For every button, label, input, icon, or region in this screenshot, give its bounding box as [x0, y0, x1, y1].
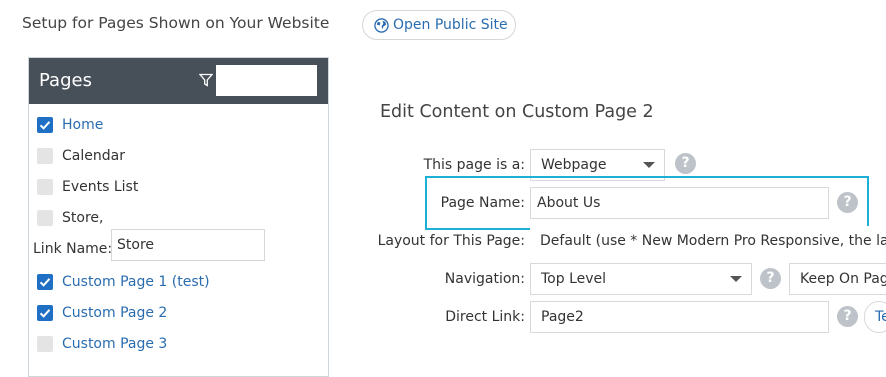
layout-select[interactable]: Default (use * New Modern Pro Responsive…: [530, 226, 886, 256]
chevron-down-icon: [730, 276, 742, 282]
sidebar-item-custom-page-1[interactable]: Custom Page 1 (test): [37, 272, 210, 292]
link-name-label: Link Name:: [33, 241, 113, 257]
checkbox-checked[interactable]: [37, 274, 53, 290]
help-icon[interactable]: ?: [837, 306, 858, 327]
test-link-label: Te: [875, 309, 886, 325]
navigation-select[interactable]: Top Level: [530, 263, 752, 295]
navigation-keep-select[interactable]: Keep On Pag: [789, 263, 886, 295]
filter-icon[interactable]: [199, 73, 213, 87]
chevron-down-icon: [643, 162, 655, 168]
direct-link-value: Page2: [541, 309, 584, 325]
test-link-button[interactable]: Te: [864, 301, 886, 333]
sidebar-item-label[interactable]: Custom Page 2: [62, 305, 167, 321]
open-public-site-button[interactable]: Open Public Site: [362, 10, 516, 40]
help-icon[interactable]: ?: [675, 153, 696, 174]
sidebar-header: Pages: [29, 58, 328, 104]
sidebar-item-calendar[interactable]: Calendar: [37, 146, 125, 166]
direct-link-label: Direct Link:: [445, 309, 525, 325]
checkbox-unchecked[interactable]: [37, 179, 53, 195]
checkbox-checked[interactable]: [37, 305, 53, 321]
layout-value: Default (use * New Modern Pro Responsive…: [540, 233, 886, 249]
sidebar-item-label: Events List: [62, 179, 139, 195]
sidebar-item-store[interactable]: Store,: [37, 208, 103, 228]
layout-label: Layout for This Page:: [377, 233, 525, 249]
page-title: Setup for Pages Shown on Your Website: [22, 14, 330, 32]
page-type-label: This page is a:: [423, 157, 525, 173]
checkbox-checked[interactable]: [37, 117, 53, 133]
checkbox-unchecked[interactable]: [37, 210, 53, 226]
checkbox-unchecked[interactable]: [37, 148, 53, 164]
link-name-input[interactable]: [111, 229, 265, 261]
navigation-label: Navigation:: [444, 271, 525, 287]
sidebar-item-label[interactable]: Custom Page 1 (test): [62, 274, 210, 290]
sidebar-item-label[interactable]: Custom Page 3: [62, 336, 167, 352]
sidebar-item-label[interactable]: Home: [62, 117, 103, 133]
sidebar-item-events-list[interactable]: Events List: [37, 177, 138, 197]
page-type-value: Webpage: [541, 157, 607, 173]
sidebar-title: Pages: [39, 70, 92, 91]
sidebar-filter-input[interactable]: [216, 65, 317, 96]
navigation-keep-value: Keep On Pag: [800, 271, 886, 287]
open-public-site-label: Open Public Site: [393, 17, 508, 33]
help-icon[interactable]: ?: [760, 268, 781, 289]
pages-sidebar: Pages Home Calendar Events List Store, L…: [28, 57, 329, 377]
direct-link-input[interactable]: Page2: [530, 301, 829, 333]
globe-icon: [374, 17, 389, 33]
sidebar-item-custom-page-3[interactable]: Custom Page 3: [37, 334, 167, 354]
checkbox-unchecked[interactable]: [37, 336, 53, 352]
sidebar-item-custom-page-2[interactable]: Custom Page 2: [37, 303, 167, 323]
section-title: Edit Content on Custom Page 2: [380, 102, 654, 122]
sidebar-item-label: Store,: [62, 210, 104, 226]
sidebar-item-label: Calendar: [62, 148, 125, 164]
sidebar-item-home[interactable]: Home: [37, 115, 103, 135]
page-name-highlight: [425, 176, 869, 230]
navigation-value: Top Level: [541, 271, 607, 287]
